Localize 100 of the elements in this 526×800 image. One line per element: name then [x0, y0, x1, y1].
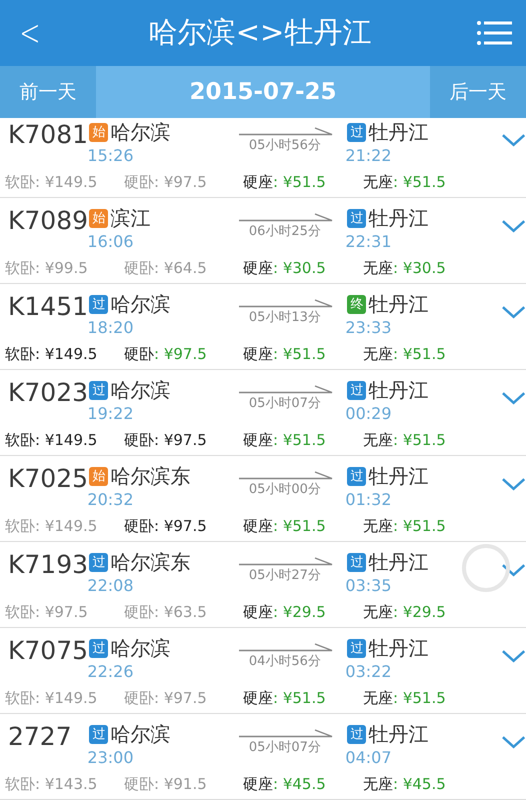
seat-price: 无座: ¥45.5	[363, 775, 447, 794]
seat-price: 硬卧: ¥97.5	[124, 173, 208, 192]
departure-time: 18:20	[87, 318, 135, 337]
station-badge: 过	[89, 724, 108, 744]
seat-price: 无座: ¥30.5	[363, 259, 447, 278]
station-badge: 过	[347, 380, 366, 400]
seat-price: 硬卧: ¥97.5	[124, 689, 208, 708]
seat-price: 硬座: ¥51.5	[243, 173, 327, 192]
travel-duration: 04小时56分	[248, 653, 321, 670]
seat-price: 软卧: ¥97.5	[5, 603, 89, 622]
departure-station: 哈尔滨	[110, 119, 170, 146]
seat-price: 软卧: ¥149.5	[5, 173, 98, 192]
arrival-time: 21:22	[345, 146, 392, 165]
station-badge: 过	[347, 208, 366, 228]
departure-time: 16:06	[87, 232, 135, 251]
chevron-down-icon[interactable]	[500, 132, 526, 148]
seat-price: 硬座: ¥45.5	[243, 775, 327, 794]
seat-price: 软卧: ¥149.5	[5, 431, 98, 450]
departure-time: 19:22	[87, 404, 135, 423]
train-number: K7075	[7, 636, 88, 665]
arrival-station: 牡丹江	[368, 119, 428, 146]
departure-station: 哈尔滨	[110, 377, 170, 404]
loading-spinner	[460, 542, 512, 594]
station-badge: 过	[347, 122, 366, 142]
route-title: 哈尔滨<>牡丹江	[148, 14, 372, 51]
back-button[interactable]: <	[17, 12, 43, 54]
seat-price: 硬座: ¥51.5	[243, 517, 327, 536]
train-number: K7023	[7, 378, 89, 407]
seat-price: 软卧: ¥149.5	[5, 517, 98, 536]
chevron-down-icon[interactable]	[500, 562, 526, 578]
arrival-time: 01:32	[345, 490, 392, 509]
station-badge: 过	[347, 552, 366, 572]
train-number: K7025	[7, 464, 88, 493]
seat-price: 硬座: ¥29.5	[243, 603, 327, 622]
departure-station: 哈尔滨东	[110, 549, 190, 576]
departure-station: 哈尔滨	[110, 635, 170, 662]
seat-price: 无座: ¥51.5	[363, 689, 447, 708]
train-number: K7089	[7, 206, 89, 235]
departure-time: 22:08	[87, 576, 135, 595]
arrival-station: 牡丹江	[368, 549, 428, 576]
station-badge: 过	[89, 380, 108, 400]
arrival-station: 牡丹江	[368, 635, 428, 662]
seat-price: 软卧: ¥143.5	[5, 775, 98, 794]
seat-price: 硬卧: ¥63.5	[124, 603, 208, 622]
departure-station: 哈尔滨东	[110, 463, 190, 490]
chevron-down-icon[interactable]	[500, 218, 526, 234]
seat-price: 软卧: ¥149.5	[5, 345, 98, 364]
seat-price: 硬卧: ¥97.5	[124, 345, 208, 364]
station-badge: 过	[347, 466, 366, 486]
train-number: K7193	[7, 550, 88, 579]
departure-station: 哈尔滨	[110, 291, 170, 318]
date-label: 2015-07-25	[189, 79, 337, 105]
seat-price: 无座: ¥51.5	[363, 517, 447, 536]
seat-price: 硬座: ¥51.5	[243, 431, 327, 450]
travel-duration: 06小时25分	[248, 223, 321, 240]
travel-duration: 05小时07分	[248, 395, 321, 412]
seat-price: 硬座: ¥30.5	[243, 259, 327, 278]
arrival-time: 00:29	[345, 404, 392, 423]
departure-time: 23:00	[87, 748, 135, 767]
arrival-station: 牡丹江	[368, 205, 428, 232]
station-badge: 过	[347, 724, 366, 744]
arrival-time: 03:22	[345, 662, 392, 681]
station-badge: 过	[89, 552, 108, 572]
station-badge: 过	[89, 638, 108, 658]
train-number: 2727	[7, 722, 73, 751]
arrival-time: 03:35	[345, 576, 392, 595]
station-badge: 过	[347, 638, 366, 658]
departure-time: 20:32	[87, 490, 135, 509]
station-badge: 始	[89, 208, 108, 228]
seat-price: 软卧: ¥149.5	[5, 689, 98, 708]
arrival-time: 22:31	[345, 232, 392, 251]
train-number: K7081	[7, 120, 89, 149]
menu-icon	[476, 20, 512, 46]
chevron-down-icon[interactable]	[500, 476, 526, 492]
arrival-station: 牡丹江	[368, 291, 428, 318]
departure-time: 15:26	[87, 146, 135, 165]
departure-station: 滨江	[110, 205, 150, 232]
seat-price: 硬座: ¥51.5	[243, 345, 327, 364]
seat-price: 无座: ¥29.5	[363, 603, 447, 622]
arrival-time: 04:07	[345, 748, 392, 767]
station-badge: 过	[89, 294, 108, 314]
chevron-down-icon[interactable]	[500, 734, 526, 750]
station-badge: 终	[347, 294, 366, 314]
train-number: K1451	[7, 292, 89, 321]
arrival-station: 牡丹江	[368, 377, 428, 404]
seat-price: 软卧: ¥99.5	[5, 259, 89, 278]
chevron-down-icon[interactable]	[500, 390, 526, 406]
chevron-down-icon[interactable]	[500, 648, 526, 664]
seat-price: 硬卧: ¥97.5	[124, 517, 208, 536]
travel-duration: 05小时27分	[248, 567, 321, 584]
seat-price: 硬卧: ¥97.5	[124, 431, 208, 450]
station-badge: 始	[89, 466, 108, 486]
chevron-down-icon[interactable]	[500, 304, 526, 320]
travel-duration: 05小时56分	[248, 137, 321, 154]
seat-price: 无座: ¥51.5	[363, 431, 447, 450]
seat-price: 无座: ¥51.5	[363, 345, 447, 364]
seat-price: 硬卧: ¥64.5	[124, 259, 208, 278]
arrival-time: 23:33	[345, 318, 392, 337]
seat-price: 硬座: ¥51.5	[243, 689, 327, 708]
seat-price: 无座: ¥51.5	[363, 173, 447, 192]
